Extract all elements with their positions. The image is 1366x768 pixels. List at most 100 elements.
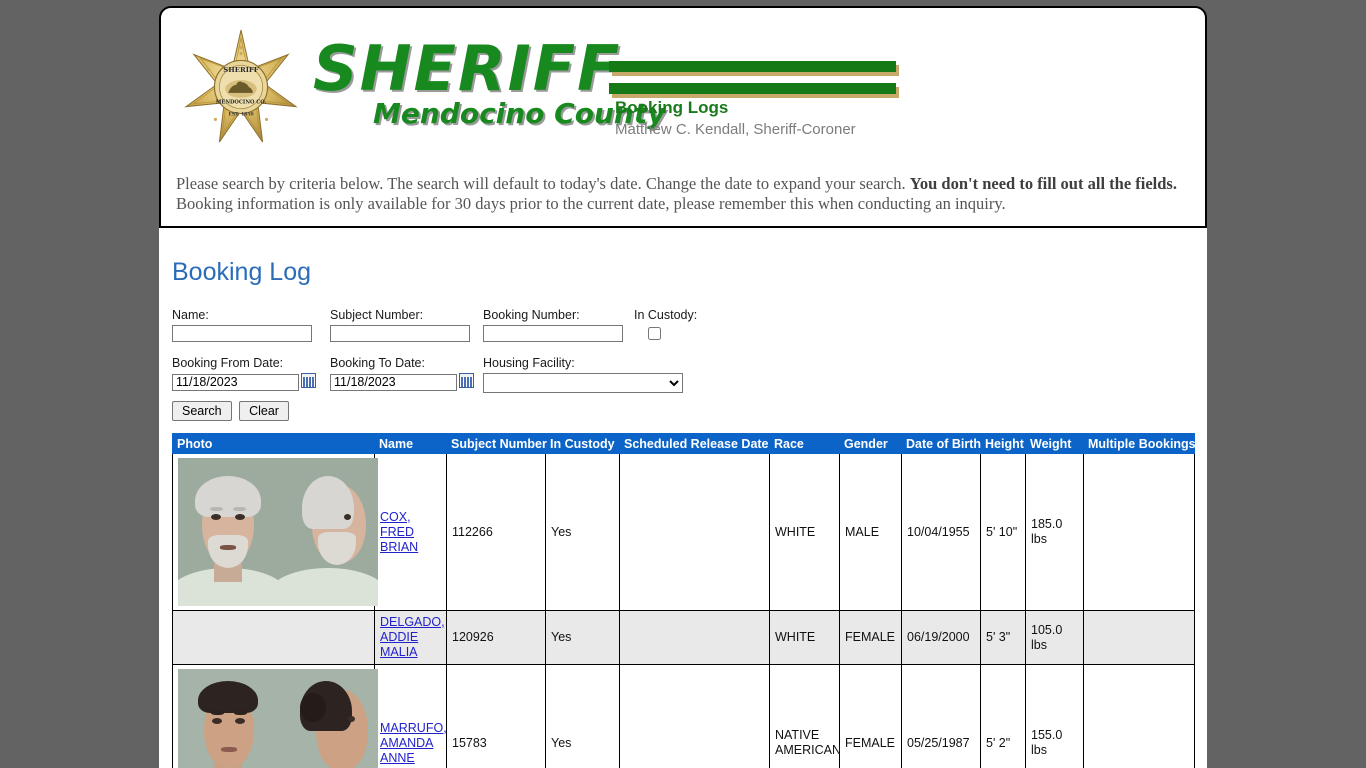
search-form-row-1: Name: Subject Number: Booking Number: In… xyxy=(172,309,1207,343)
search-buttons-row: Search Clear xyxy=(159,393,1207,421)
row-race: WHITE xyxy=(769,453,840,611)
col-header-weight[interactable]: Weight xyxy=(1025,433,1084,454)
logo-row: SHERIFF MENDOCINO CO. EST. 1850 SHERIFF … xyxy=(161,8,1205,158)
name-link[interactable]: MARRUFO, AMANDA ANNE xyxy=(380,721,447,766)
instructions-line1-a: Please search by criteria below. The sea… xyxy=(176,174,910,193)
col-header-race[interactable]: Race xyxy=(769,433,840,454)
row-gender: FEMALE xyxy=(839,610,902,665)
housing-facility-field-group: Housing Facility: xyxy=(483,357,683,393)
subject-number-input[interactable] xyxy=(330,325,470,342)
booking-from-date-label: Booking From Date: xyxy=(172,356,284,370)
in-custody-checkbox[interactable] xyxy=(648,327,661,340)
mugshot-front-and-profile xyxy=(178,669,378,768)
green-bar-top xyxy=(609,61,896,72)
row-photo-cell xyxy=(172,664,378,768)
subject-number-label: Subject Number: xyxy=(330,308,424,322)
row-name-cell: DELGADO, ADDIE MALIA xyxy=(374,610,447,665)
search-form: Name: Subject Number: Booking Number: In… xyxy=(159,287,1207,393)
name-link[interactable]: DELGADO, ADDIE MALIA xyxy=(380,615,445,660)
row-date-of-birth: 05/25/1987 xyxy=(901,664,981,768)
search-instructions: Please search by criteria below. The sea… xyxy=(176,174,1186,214)
row-in-custody: Yes xyxy=(545,664,620,768)
row-multiple-bookings xyxy=(1083,453,1195,611)
name-field-group: Name: xyxy=(172,309,312,342)
row-date-of-birth: 10/04/1955 xyxy=(901,453,981,611)
row-date-of-birth: 06/19/2000 xyxy=(901,610,981,665)
col-header-name[interactable]: Name xyxy=(374,433,447,454)
booking-from-date-input[interactable] xyxy=(172,373,299,391)
clear-button[interactable]: Clear xyxy=(239,401,289,421)
row-photo-cell xyxy=(172,453,378,611)
mugshot-front-and-profile xyxy=(178,458,378,606)
in-custody-field-group: In Custody: xyxy=(634,309,697,343)
mugshot-front-icon xyxy=(178,458,278,606)
name-input[interactable] xyxy=(172,325,312,342)
row-height: 5' 2" xyxy=(980,664,1026,768)
row-scheduled-release-date xyxy=(619,453,770,611)
row-in-custody: Yes xyxy=(545,610,620,665)
search-button[interactable]: Search xyxy=(172,401,232,421)
page-root: SHERIFF MENDOCINO CO. EST. 1850 SHERIFF … xyxy=(159,0,1207,768)
row-weight: 105.0 lbs xyxy=(1025,610,1084,665)
row-race: NATIVE AMERICAN xyxy=(769,664,841,768)
row-height: 5' 10" xyxy=(980,453,1026,611)
sheriff-name-subtitle: Matthew C. Kendall, Sheriff-Coroner xyxy=(615,121,856,138)
svg-text:SHERIFF: SHERIFF xyxy=(223,66,259,74)
row-scheduled-release-date xyxy=(619,664,770,768)
row-subject-number: 112266 xyxy=(446,453,546,611)
col-header-date-of-birth[interactable]: Date of Birth xyxy=(901,433,981,454)
col-header-multiple-bookings[interactable]: Multiple Bookings xyxy=(1083,433,1196,454)
row-subject-number: 15783 xyxy=(446,664,546,768)
calendar-icon[interactable] xyxy=(301,373,316,388)
table-row: COX, FRED BRIAN 112266 Yes WHITE MALE 10… xyxy=(172,453,1195,611)
mugshot-front-icon xyxy=(178,669,278,768)
sheriff-star-badge-icon: SHERIFF MENDOCINO CO. EST. 1850 xyxy=(182,27,300,145)
search-form-row-2: Booking From Date: Booking To Date: Hous… xyxy=(172,357,1207,393)
booking-number-input[interactable] xyxy=(483,325,623,342)
calendar-icon[interactable] xyxy=(459,373,474,388)
col-header-scheduled-release-date[interactable]: Scheduled Release Date xyxy=(619,433,770,454)
col-header-gender[interactable]: Gender xyxy=(839,433,902,454)
row-gender: MALE xyxy=(839,453,902,611)
wordmark-sheriff: SHERIFF xyxy=(313,32,622,105)
instructions-line2: Booking information is only available fo… xyxy=(176,194,1006,213)
row-gender: FEMALE xyxy=(839,664,902,768)
booking-to-date-field-group: Booking To Date: xyxy=(330,357,474,391)
name-link[interactable]: COX, FRED BRIAN xyxy=(380,510,441,555)
col-header-photo[interactable]: Photo xyxy=(172,433,375,454)
row-height: 5' 3" xyxy=(980,610,1026,665)
results-header-row: Photo Name Subject Number In Custody Sch… xyxy=(172,433,1196,454)
row-race: WHITE xyxy=(769,610,840,665)
instructions-line1-emphasis: You don't need to fill out all the field… xyxy=(909,174,1177,193)
col-header-height[interactable]: Height xyxy=(980,433,1026,454)
mugshot-profile-icon xyxy=(278,458,378,606)
row-in-custody: Yes xyxy=(545,453,620,611)
row-scheduled-release-date xyxy=(619,610,770,665)
row-photo-cell xyxy=(172,610,375,665)
booking-results-table: Photo Name Subject Number In Custody Sch… xyxy=(172,433,1196,768)
table-row: MARRUFO, AMANDA ANNE 15783 Yes NATIVE AM… xyxy=(172,664,1195,768)
name-label: Name: xyxy=(172,308,209,322)
row-multiple-bookings xyxy=(1083,610,1195,665)
svg-text:EST. 1850: EST. 1850 xyxy=(228,112,253,118)
mugshot-profile-icon xyxy=(278,669,378,768)
row-name-cell: COX, FRED BRIAN xyxy=(374,453,447,611)
col-header-in-custody[interactable]: In Custody xyxy=(545,433,620,454)
booking-to-date-input[interactable] xyxy=(330,373,457,391)
booking-number-label: Booking Number: xyxy=(483,308,580,322)
row-multiple-bookings xyxy=(1083,664,1195,768)
green-bar-bottom xyxy=(609,83,896,94)
svg-text:MENDOCINO CO.: MENDOCINO CO. xyxy=(216,100,267,106)
row-name-cell: MARRUFO, AMANDA ANNE xyxy=(374,664,447,768)
site-header-panel: SHERIFF MENDOCINO CO. EST. 1850 SHERIFF … xyxy=(159,6,1207,228)
subject-number-field-group: Subject Number: xyxy=(330,309,470,342)
row-weight: 155.0 lbs xyxy=(1025,664,1084,768)
booking-from-date-field-group: Booking From Date: xyxy=(172,357,316,391)
col-header-subject-number[interactable]: Subject Number xyxy=(446,433,547,454)
booking-to-date-label: Booking To Date: xyxy=(330,356,425,370)
row-subject-number: 120926 xyxy=(446,610,546,665)
table-row: DELGADO, ADDIE MALIA 120926 Yes WHITE FE… xyxy=(172,610,1195,665)
housing-facility-label: Housing Facility: xyxy=(483,356,575,370)
housing-facility-select[interactable] xyxy=(483,373,683,393)
page-title: Booking Logs xyxy=(615,98,729,117)
